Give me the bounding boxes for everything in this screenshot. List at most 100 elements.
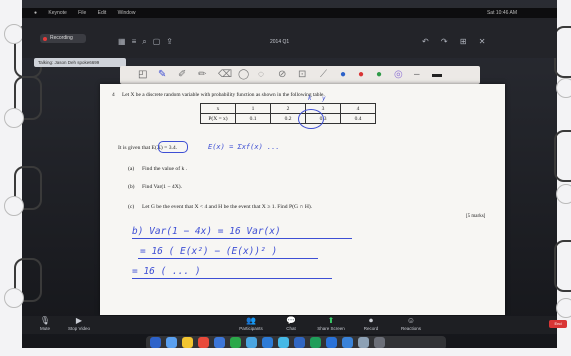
smile-icon: ☺ <box>406 316 416 325</box>
color-red-icon[interactable]: ● <box>358 68 364 82</box>
highlighter-icon[interactable]: ✐ <box>178 68 186 82</box>
color-blue-icon[interactable]: ● <box>340 68 346 82</box>
ink-circle <box>158 141 188 153</box>
grid-icon[interactable]: ▦ <box>118 37 132 46</box>
menu-item[interactable]: File <box>78 10 86 16</box>
pen-icon[interactable]: ✎ <box>158 68 166 82</box>
mute-button[interactable]: 🎙 Mute <box>26 316 64 331</box>
chat-label: Chat <box>286 326 296 331</box>
share-icon: ⬆ <box>327 316 335 325</box>
table-header-x: x <box>200 103 236 114</box>
lasso-icon[interactable]: ◌ <box>258 68 264 82</box>
table-cell: 0.4 <box>340 113 376 124</box>
share-screen-button[interactable]: ⬆ Share Screen <box>312 316 350 331</box>
part-label: (a) <box>128 166 135 172</box>
handwritten-line: b) Var(1 − 4x) = 16 Var(x) <box>132 226 281 237</box>
ink-underline <box>138 258 318 259</box>
app-icon[interactable] <box>342 337 353 348</box>
ink-annotation: E(x) = Σxf(x) ... <box>208 143 280 151</box>
stop-video-label: Stop Video <box>68 326 90 331</box>
zoom-top-tools: ▦≡⌕▢⇪ <box>118 37 179 47</box>
color-green-icon[interactable]: ● <box>376 68 382 82</box>
binder-hole <box>556 78 571 98</box>
table-cell: 0.1 <box>235 113 271 124</box>
handwritten-line: = 16 ( ... ) <box>132 266 201 277</box>
ink-underline <box>132 238 352 239</box>
handwritten-line: = 16 ( E(x²) − (E(x))² ) <box>140 246 278 257</box>
record-button[interactable]: ⏺ Record <box>352 316 390 331</box>
safari-icon[interactable] <box>166 337 177 348</box>
mute-label: Mute <box>39 326 50 331</box>
search-icon[interactable]: ⌕ <box>142 37 152 46</box>
pencil-icon[interactable]: ✏ <box>198 68 206 82</box>
question-number: 4 <box>112 92 115 98</box>
part-text: Find the value of k . <box>142 166 188 172</box>
reactions-label: Reactions <box>400 326 421 331</box>
word-icon[interactable] <box>294 337 305 348</box>
binder-ring <box>554 130 571 182</box>
end-meeting-button[interactable]: End <box>549 320 567 328</box>
marks-label: [5 marks] <box>466 214 486 219</box>
menu-item[interactable]: Keynote <box>48 10 66 16</box>
mail-icon[interactable] <box>214 337 225 348</box>
app-icon[interactable] <box>326 337 337 348</box>
people-icon: 👥 <box>246 316 256 325</box>
zoom-app-icon[interactable] <box>246 337 257 348</box>
binder-ring <box>554 240 571 292</box>
app-icon[interactable] <box>278 337 289 348</box>
more-tools-icon[interactable]: ◎ <box>394 68 403 82</box>
mac-menubar: ● Keynote File Edit Window Sat 10:46 AM <box>22 8 557 18</box>
page-icon[interactable]: ▢ <box>153 37 167 46</box>
window-controls[interactable]: ↶ ↷ ⊞ ✕ <box>422 37 490 46</box>
calendar-icon[interactable] <box>198 337 209 348</box>
part-text: Find Var(1 − 4X). <box>142 184 183 190</box>
menu-item[interactable]: Window <box>118 10 136 16</box>
reactions-button[interactable]: ☺ Reactions <box>392 316 430 331</box>
question-stem: Let X be a discrete random variable with… <box>122 92 325 98</box>
table-header-p: P(X = x) <box>200 113 236 124</box>
notes-icon[interactable] <box>182 337 193 348</box>
app-icon[interactable] <box>310 337 321 348</box>
messages-icon[interactable] <box>230 337 241 348</box>
document-title: 2014 Q1 <box>270 39 290 45</box>
probability-table: x 1 2 3 4 P(X = x) 0.1 0.2 0.3 0.4 <box>200 103 376 124</box>
stroke-size-icon[interactable]: ▬ <box>432 68 442 82</box>
participants-label: Participants <box>239 326 263 331</box>
minus-icon[interactable]: – <box>414 68 420 82</box>
binder-hole <box>4 196 24 216</box>
table-cell: 1 <box>235 103 271 114</box>
binder-hole <box>4 24 24 44</box>
text-icon[interactable]: ⊡ <box>298 68 306 82</box>
table-cell: 4 <box>340 103 376 114</box>
share-icon[interactable]: ⇪ <box>166 37 179 46</box>
eraser-icon[interactable]: ⌫ <box>218 68 232 82</box>
stop-video-button[interactable]: ▶ Stop Video <box>60 316 98 331</box>
app-icon[interactable] <box>262 337 273 348</box>
menu-item[interactable]: Edit <box>98 10 107 16</box>
ruler-icon[interactable]: ⊘ <box>278 68 286 82</box>
recording-label: Recording <box>50 35 73 41</box>
share-screen-label: Share Screen <box>317 326 345 331</box>
part-text: Let G be the event that X < 4 and H be t… <box>142 204 313 210</box>
part-label: (c) <box>128 204 135 210</box>
trash-icon[interactable] <box>374 337 385 348</box>
record-dot-icon <box>43 37 47 41</box>
binder-hole <box>556 184 571 204</box>
record-icon: ⏺ <box>369 316 373 325</box>
ink-annotation: k <box>308 95 312 102</box>
participants-button[interactable]: 👥 Participants <box>232 316 270 331</box>
talking-tooltip: Talking: Jason Deh spoke6699 <box>34 58 126 67</box>
stamp-icon[interactable]: ◯ <box>238 68 249 82</box>
menu-icon[interactable]: ≡ <box>132 37 143 46</box>
preview-icon[interactable] <box>358 337 369 348</box>
apple-icon[interactable]: ● <box>34 10 37 16</box>
select-icon[interactable]: ◰ <box>138 68 147 82</box>
record-label: Record <box>363 326 379 331</box>
part-label: (b) <box>128 184 135 190</box>
finder-icon[interactable] <box>150 337 161 348</box>
binder-hole <box>4 288 24 308</box>
chat-button[interactable]: 💬 Chat <box>272 316 310 331</box>
chat-icon: 💬 <box>286 316 296 325</box>
brush-icon[interactable]: ⟋ <box>320 68 327 82</box>
binder-hole <box>556 298 571 318</box>
